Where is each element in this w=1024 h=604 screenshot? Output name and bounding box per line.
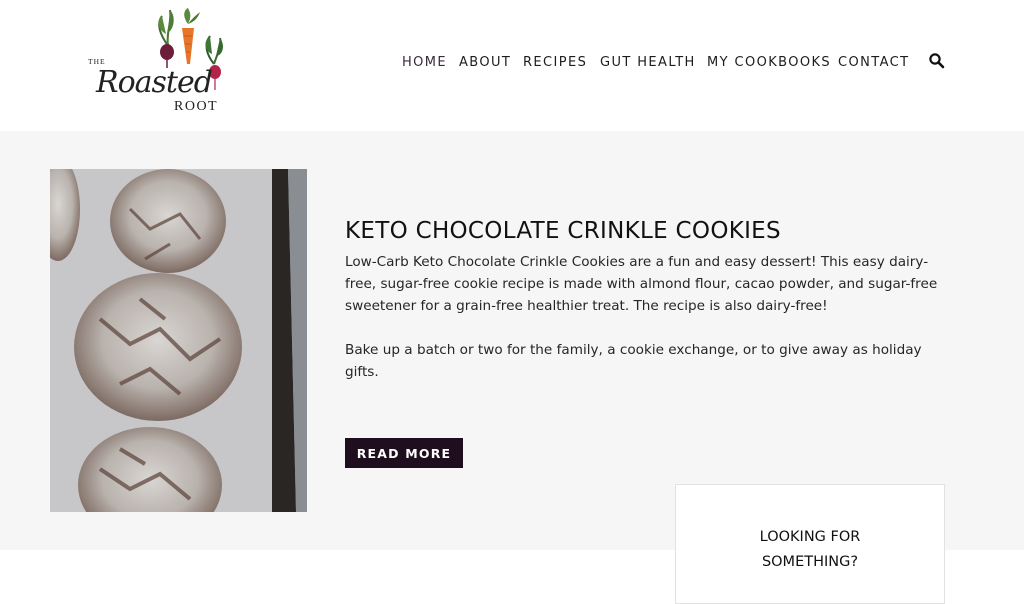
featured-post-image[interactable] <box>50 169 307 512</box>
main-nav: HOME ABOUT RECIPES GUT HEALTH MY COOKBOO… <box>0 55 1024 71</box>
sidebar-title-line-2: SOMETHING? <box>761 554 859 570</box>
nav-item-gut-health[interactable]: GUT HEALTH <box>600 55 696 70</box>
sidebar-title-line-1: LOOKING FOR <box>759 529 861 545</box>
nav-item-recipes[interactable]: RECIPES <box>523 55 587 70</box>
search-button[interactable] <box>928 52 946 70</box>
post-excerpt-paragraph-2: Bake up a batch or two for the family, a… <box>345 342 922 380</box>
nav-item-my-cookbooks[interactable]: MY COOKBOOKS <box>707 55 831 70</box>
read-more-button[interactable]: READ MORE <box>345 438 463 468</box>
cookie-photo-graphic <box>50 169 307 512</box>
nav-item-contact[interactable]: CONTACT <box>838 55 909 70</box>
svg-text:ROOT: ROOT <box>174 99 218 114</box>
nav-item-about[interactable]: ABOUT <box>459 55 511 70</box>
nav-item-home[interactable]: HOME <box>402 55 447 70</box>
post-excerpt-paragraph-1: Low-Carb Keto Chocolate Crinkle Cookies … <box>345 254 938 314</box>
post-title[interactable]: KETO CHOCOLATE CRINKLE COOKIES <box>345 218 781 244</box>
site-header: THE Roasted ROOT HOME ABOUT RECIPES GUT … <box>0 0 1024 131</box>
search-icon <box>929 53 945 69</box>
sidebar-search-widget: LOOKING FOR SOMETHING? <box>675 484 945 604</box>
sidebar-widget-title: LOOKING FOR SOMETHING? <box>676 525 944 575</box>
